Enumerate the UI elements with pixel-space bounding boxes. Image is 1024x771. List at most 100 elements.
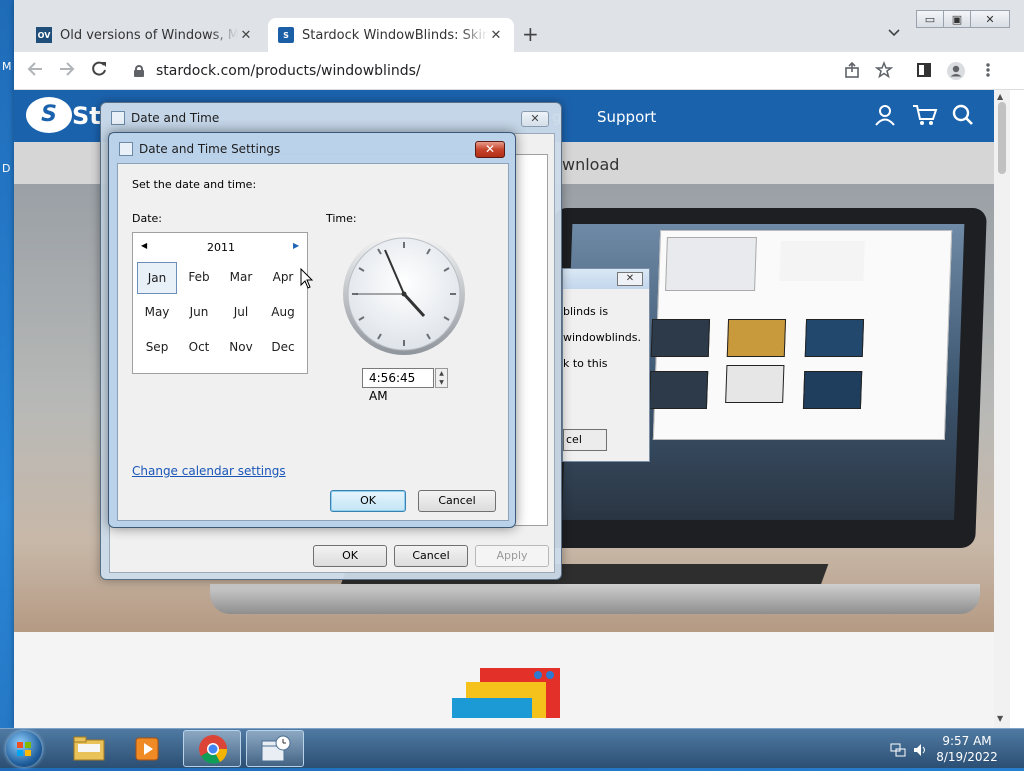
stardock-logo-text[interactable]: St [72,102,101,130]
account-user-icon[interactable] [874,104,896,131]
browser-toolbar: stardock.com/products/windowblinds/ [14,52,1024,90]
spin-down-icon[interactable]: ▼ [436,378,447,387]
start-button-windows-icon[interactable] [6,731,42,767]
date-and-time-settings-title: Date and Time Settings [139,142,281,156]
close-button[interactable]: ✕ [970,10,1010,28]
taskbar-media-player[interactable] [120,730,178,767]
profile-avatar-icon[interactable] [946,61,966,81]
minimize-button[interactable]: ▭ [916,10,944,28]
new-tab-plus-icon[interactable]: + [522,22,539,46]
tab-close-icon[interactable]: ✕ [488,28,504,43]
bookmark-star-icon[interactable] [874,60,894,81]
stardock-logo-icon[interactable]: S [26,97,72,133]
forward-arrow-icon[interactable] [56,60,78,82]
calendar-month-jul[interactable]: Jul [221,297,261,329]
desktop-icon-label: M [2,60,12,73]
calendar-month-sep[interactable]: Sep [137,332,177,364]
background-dialog-close-icon[interactable]: ✕ [617,272,643,286]
scroll-up-arrow-icon[interactable]: ▲ [997,92,1003,101]
tab-title: Stardock WindowBlinds: Skin and [302,27,488,43]
media-player-icon [135,737,159,761]
maximize-button[interactable]: ▣ [943,10,971,28]
calendar-month-jun[interactable]: Jun [179,297,219,329]
calendar-month-jan[interactable]: Jan [137,262,177,294]
system-date: 8/19/2022 [936,750,998,764]
subnav-download-link[interactable]: wnload [562,155,619,174]
date-and-time-close-button[interactable]: ✕ [521,111,549,127]
lock-icon [134,65,144,77]
nav-item-support[interactable]: Support [597,108,656,126]
taskbar-chrome[interactable] [183,730,241,767]
calendar-next-arrow-icon[interactable]: ▶ [293,241,299,250]
back-arrow-icon[interactable] [24,60,46,82]
stardock-favicon-icon: S [278,27,294,43]
background-dialog-cancel-button[interactable]: cel [563,429,607,451]
date-time-app-icon [111,111,125,125]
laptop-base [210,584,980,614]
taskbar-date-time[interactable] [246,730,304,767]
calendar-year-header[interactable]: 2011 [133,241,309,254]
calendar-month-aug[interactable]: Aug [263,297,303,329]
change-calendar-settings-link[interactable]: Change calendar settings [132,464,286,478]
background-dialog-text: windowblinds. [563,331,642,344]
side-panel-icon[interactable] [914,61,934,81]
calendar-month-feb[interactable]: Feb [179,262,219,294]
background-dialog-text: blinds is [563,305,609,318]
mouse-cursor-icon [300,267,314,293]
settings-close-button[interactable]: ✕ [475,141,505,158]
folder-icon [73,736,105,761]
calendar-month-nov[interactable]: Nov [221,332,261,364]
share-icon[interactable] [842,61,862,81]
tab-search-chevron-icon[interactable] [888,26,900,40]
tab-title: Old versions of Windows, Mac and [60,27,238,43]
date-and-time-apply-button[interactable]: Apply [475,545,549,567]
windows-taskbar: 9:57 AM 8/19/2022 [0,728,1024,768]
system-clock[interactable]: 9:57 AM 8/19/2022 [930,733,1004,765]
date-and-time-dialog-title: Date and Time [131,111,220,125]
tab-stardock[interactable]: S Stardock WindowBlinds: Skin and ✕ [268,18,514,52]
search-icon[interactable] [952,104,974,131]
background-dialog: ✕ blinds is windowblinds. k to this cel [562,268,650,462]
network-icon[interactable] [890,742,906,762]
reload-icon[interactable] [88,60,110,82]
date-and-time-cancel-button[interactable]: Cancel [394,545,468,567]
desktop-icon-label: D [2,162,11,175]
windowblinds-product-box-icon [446,668,562,728]
calendar-month-apr[interactable]: Apr [263,262,303,294]
time-spinner[interactable]: ▲ ▼ [435,368,448,388]
page-scrollbar[interactable]: ▲ ▼ [994,90,1010,728]
tab-strip: OV Old versions of Windows, Mac and ✕ S … [14,0,1024,52]
date-time-app-icon [119,142,133,156]
chrome-icon [199,735,228,764]
spin-up-icon[interactable]: ▲ [436,369,447,378]
oldversion-favicon-icon: OV [36,27,52,43]
calendar-month-dec[interactable]: Dec [263,332,303,364]
calendar-month-oct[interactable]: Oct [179,332,219,364]
kebab-menu-icon[interactable] [978,61,998,81]
settings-ok-button[interactable]: OK [330,490,406,512]
instruction-label: Set the date and time: [132,178,257,191]
analog-clock-icon [342,232,466,356]
calendar-picker: 2011 ◀ ▶ Jan Feb Mar Apr May Jun Jul Aug… [132,232,308,374]
date-and-time-ok-button[interactable]: OK [313,545,387,567]
calendar-clock-icon [261,735,291,762]
address-bar[interactable]: stardock.com/products/windowblinds/ [134,57,924,85]
calendar-prev-arrow-icon[interactable]: ◀ [141,241,147,250]
settings-cancel-button[interactable]: Cancel [418,490,496,512]
background-dialog-text: k to this [563,357,608,370]
volume-icon[interactable] [912,742,928,762]
calendar-month-may[interactable]: May [137,297,177,329]
url-text: stardock.com/products/windowblinds/ [156,63,421,79]
screenshot-collage [648,230,953,440]
system-time: 9:57 AM [942,734,992,748]
date-label: Date: [132,212,162,225]
taskbar-explorer[interactable] [60,730,118,767]
cart-icon[interactable] [912,104,938,131]
calendar-month-mar[interactable]: Mar [221,262,261,294]
tab-old-versions[interactable]: OV Old versions of Windows, Mac and ✕ [26,18,264,52]
scroll-down-arrow-icon[interactable]: ▼ [997,714,1003,723]
scrollbar-thumb[interactable] [998,102,1006,174]
date-and-time-settings-dialog: Date and Time Settings ✕ Set the date an… [108,132,516,528]
tab-close-icon[interactable]: ✕ [238,28,254,43]
time-input[interactable]: 4:56:45 AM [362,368,434,403]
